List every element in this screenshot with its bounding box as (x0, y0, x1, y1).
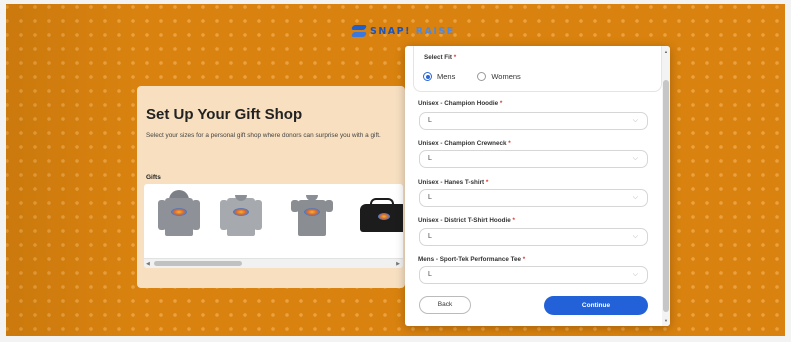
snap-raise-logo-icon (352, 25, 366, 37)
gifts-label: Gifts (146, 174, 161, 181)
fit-option-womens[interactable]: Womens (477, 72, 521, 81)
brand-wordmark: SNAP! RAISE (370, 26, 455, 37)
background-shade (0, 0, 140, 342)
size-select-champion-hoodie[interactable]: L ⌵ (419, 112, 648, 130)
size-select-hanes-tshirt[interactable]: L ⌵ (419, 189, 648, 207)
select-value: L (428, 271, 432, 278)
select-value: L (428, 155, 432, 162)
size-select-sporttek-tee[interactable]: L ⌵ (419, 266, 648, 284)
field-label-text: Unisex - Champion Hoodie (418, 100, 499, 107)
back-button[interactable]: Back (419, 296, 471, 314)
field-label-district-hoodie: Unisex - District T-Shirt Hoodie * (418, 217, 515, 224)
gifts-carousel[interactable]: ◀ ▶ (144, 184, 403, 268)
chevron-down-icon: ⌵ (632, 233, 638, 240)
scrollbar-thumb[interactable] (663, 80, 669, 312)
required-mark: * (499, 100, 503, 107)
field-label-text: Unisex - Champion Crewneck (418, 140, 507, 147)
select-value: L (428, 233, 432, 240)
select-value: L (428, 117, 432, 124)
chevron-down-icon: ⌵ (632, 271, 638, 278)
continue-button[interactable]: Continue (544, 296, 648, 315)
scroll-down-icon[interactable]: ▼ (664, 318, 668, 323)
scroll-up-icon[interactable]: ▲ (664, 49, 668, 54)
horizontal-scrollbar[interactable]: ◀ ▶ (144, 258, 403, 268)
required-mark: * (453, 54, 457, 61)
scroll-left-icon[interactable]: ◀ (146, 261, 150, 267)
vertical-scrollbar[interactable]: ▲ ▼ (662, 46, 670, 326)
fit-label: Select Fit * (424, 54, 456, 61)
field-label-champion-crewneck: Unisex - Champion Crewneck * (418, 140, 511, 147)
chevron-down-icon: ⌵ (632, 194, 638, 201)
field-label-champion-hoodie: Unisex - Champion Hoodie * (418, 100, 502, 107)
fit-label-text: Select Fit (424, 54, 452, 61)
fit-selector: Select Fit * Mens Womens (413, 46, 662, 92)
required-mark: * (522, 256, 526, 263)
fit-option-label: Womens (491, 72, 521, 81)
field-label-text: Mens - Sport-Tek Performance Tee (418, 256, 521, 263)
chevron-down-icon: ⌵ (632, 155, 638, 162)
field-label-sporttek-tee: Mens - Sport-Tek Performance Tee * (418, 256, 525, 263)
scrollbar-thumb[interactable] (154, 261, 242, 266)
gift-shop-description: Select your sizes for a personal gift sh… (146, 132, 381, 139)
scroll-right-icon[interactable]: ▶ (396, 261, 400, 267)
size-selection-form: Select Fit * Mens Womens Unisex - Champi… (405, 46, 670, 326)
fit-option-label: Mens (437, 72, 456, 81)
brand-name-part1: SNAP! (370, 25, 411, 37)
radio-unselected-icon[interactable] (477, 72, 487, 81)
hoodie-icon (156, 188, 202, 248)
gift-shop-card: Set Up Your Gift Shop Select your sizes … (137, 86, 405, 288)
brand-name-part2: RAISE (415, 25, 455, 37)
fit-radio-group: Mens Womens (423, 72, 521, 81)
field-label-hanes-tshirt: Unisex - Hanes T-shirt * (418, 179, 488, 186)
required-mark: * (508, 140, 511, 147)
crewneck-icon (218, 188, 264, 248)
fit-option-mens[interactable]: Mens (423, 72, 455, 81)
select-value: L (428, 194, 432, 201)
field-label-text: Unisex - Hanes T-shirt (418, 179, 485, 186)
bag-icon (360, 198, 403, 232)
required-mark: * (512, 217, 515, 224)
tshirt-icon (289, 188, 335, 248)
chevron-down-icon: ⌵ (632, 117, 638, 124)
size-select-district-hoodie[interactable]: L ⌵ (419, 228, 648, 246)
field-label-text: Unisex - District T-Shirt Hoodie (418, 217, 511, 224)
radio-selected-icon[interactable] (423, 72, 432, 81)
page-title: Set Up Your Gift Shop (146, 106, 303, 123)
brand-logo: SNAP! RAISE (352, 25, 455, 37)
size-select-champion-crewneck[interactable]: L ⌵ (419, 150, 648, 168)
required-mark: * (485, 179, 489, 186)
